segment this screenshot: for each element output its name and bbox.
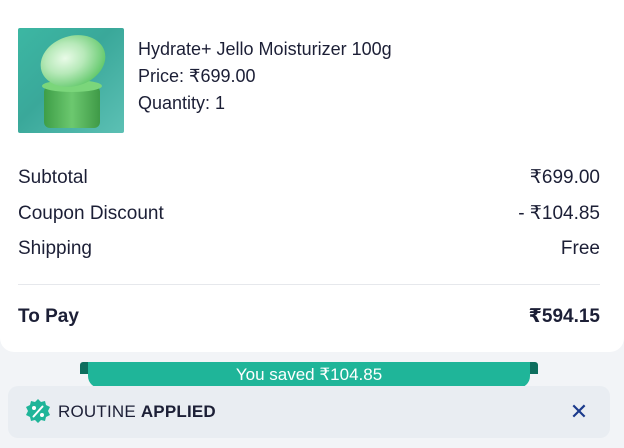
routine-prefix: ROUTINE [58,402,141,421]
to-pay-row: To Pay ₹594.15 [18,305,600,328]
remove-routine-button[interactable]: ✕ [568,399,590,424]
coupon-discount-row: Coupon Discount - ₹104.85 [18,202,600,225]
shipping-value: Free [560,238,600,259]
routine-status: APPLIED [140,402,216,421]
order-summary-card: Hydrate+ Jello Moisturizer 100g Price: ₹… [0,0,624,352]
product-name: Hydrate+ Jello Moisturizer 100g [138,39,392,59]
routine-applied-text: ROUTINE APPLIED [58,402,216,422]
summary-divider [18,284,600,285]
product-price: Price: ₹699.00 [138,66,256,86]
shipping-row: Shipping Free [18,238,600,260]
savings-text: You saved ₹104.85 [88,362,530,388]
product-image [18,28,124,133]
product-info: Hydrate+ Jello Moisturizer 100g Price: ₹… [138,36,392,117]
product-quantity: Quantity: 1 [138,93,226,113]
subtotal-label: Subtotal [18,166,88,188]
coupon-discount-value: - ₹104.85 [518,203,600,224]
jar-body-shape [44,86,100,128]
discount-badge-icon [24,398,52,426]
shipping-label: Shipping [18,238,92,259]
to-pay-label: To Pay [18,305,79,327]
subtotal-value: ₹699.00 [529,167,600,188]
routine-applied-banner: ROUTINE APPLIED ✕ [8,386,610,438]
close-icon: ✕ [569,399,589,424]
coupon-discount-label: Coupon Discount [18,202,164,224]
subtotal-row: Subtotal ₹699.00 [18,166,600,189]
to-pay-value: ₹594.15 [528,306,600,327]
